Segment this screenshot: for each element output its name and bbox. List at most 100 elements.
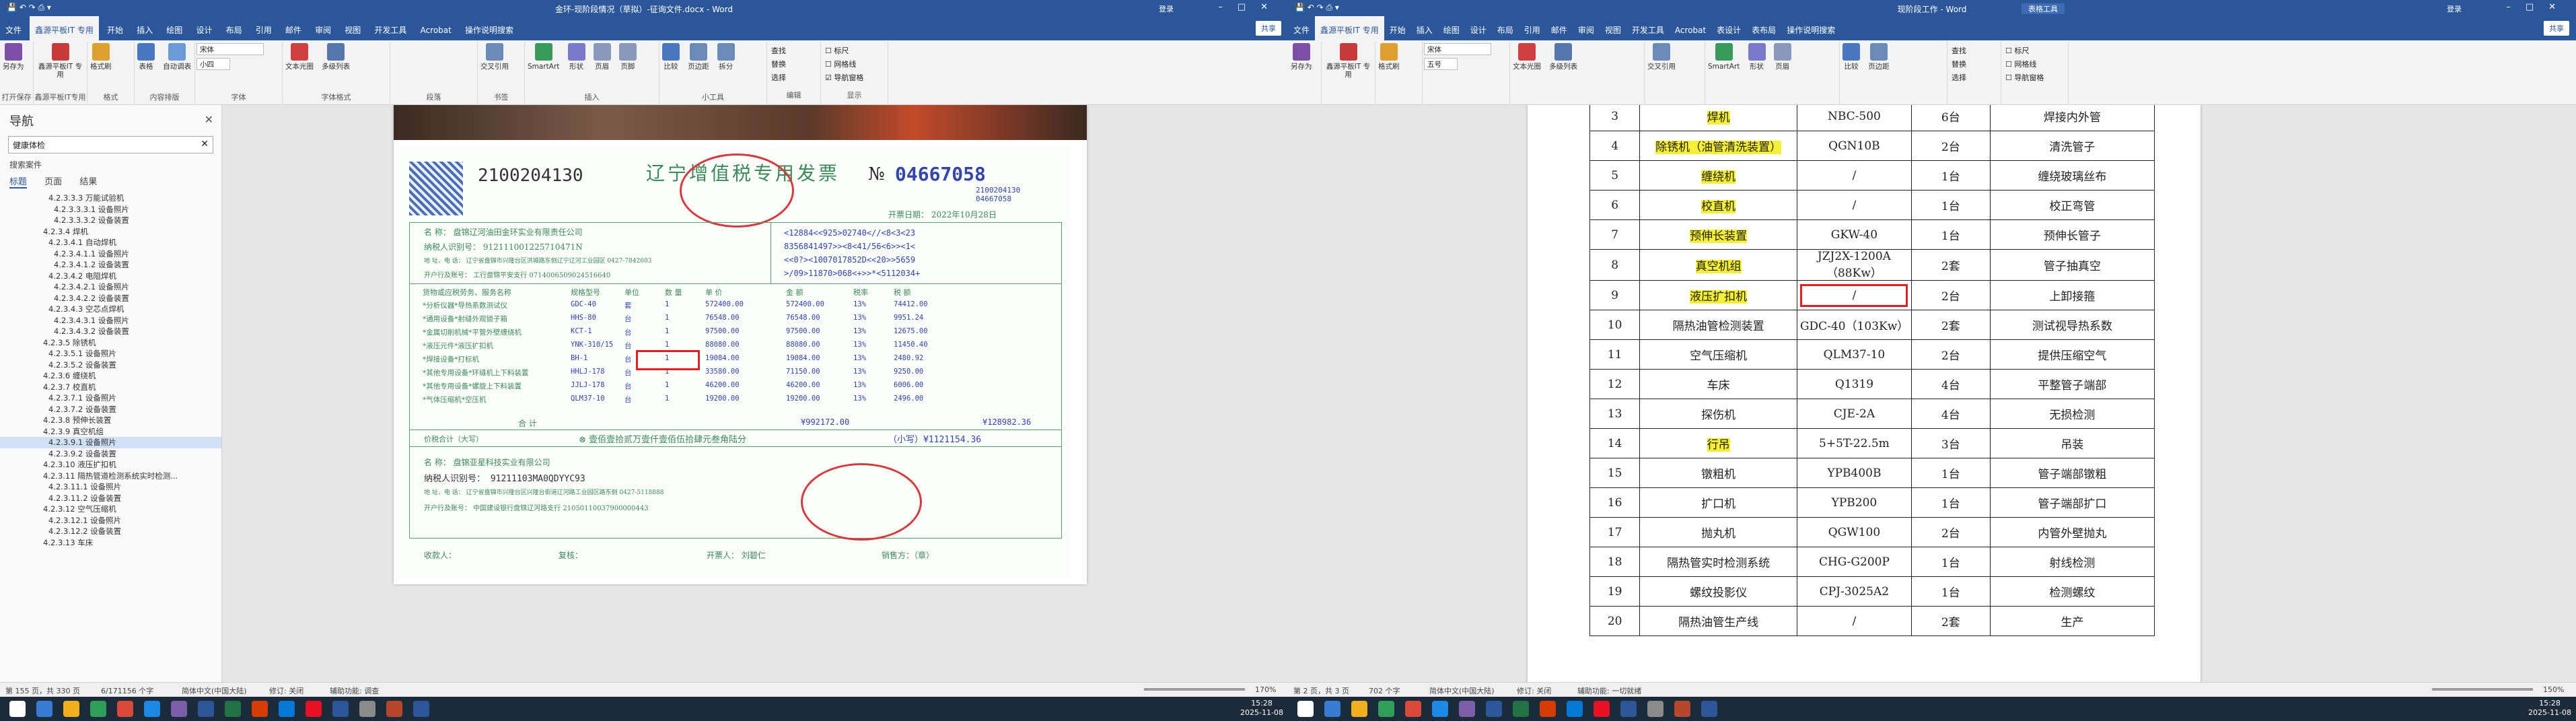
ribbon-tab[interactable]: 鑫源平板IT 专用 <box>1315 16 1384 40</box>
select-button[interactable]: 选择 <box>771 71 816 85</box>
margins-button[interactable]: 页边距 <box>688 43 709 71</box>
taskbar-app-icon[interactable] <box>1701 701 1717 717</box>
tab-layout[interactable]: 布局 <box>221 16 248 40</box>
table-cell[interactable]: 3台 <box>1910 428 1991 458</box>
zoom-level[interactable]: 170% <box>1255 685 1276 694</box>
taskbar-app-icon[interactable] <box>90 701 106 717</box>
table-cell[interactable]: 吊装 <box>1989 428 2155 458</box>
accessibility[interactable]: 辅助功能: 调查 <box>330 685 379 696</box>
taskbar-app-icon[interactable] <box>1405 701 1421 717</box>
ribbon-tab[interactable]: 审阅 <box>1573 16 1600 40</box>
table-cell[interactable]: / <box>1796 606 1912 636</box>
table-cell[interactable]: 管子端部扩口 <box>1989 487 2155 518</box>
table-cell[interactable]: 15 <box>1589 458 1641 488</box>
table-cell[interactable]: Q1319 <box>1796 369 1912 399</box>
ribbon-tab[interactable]: 引用 <box>1519 16 1546 40</box>
taskbar-app-icon[interactable] <box>1297 701 1314 717</box>
taskbar-app-icon[interactable] <box>1620 701 1637 717</box>
table-cell[interactable]: JZJ2X-1200A（88Kw） <box>1796 249 1912 281</box>
navigation-pane-checkbox[interactable]: ☑ 导航窗格 <box>825 71 884 85</box>
clock-right[interactable]: 15:28 2025-11-08 <box>2526 699 2573 718</box>
custom-button[interactable]: 鑫源平板IT 专用 <box>36 43 84 79</box>
table-cell[interactable]: 1台 <box>1910 219 1991 250</box>
save-as-button[interactable]: 另存为 <box>1291 43 1312 71</box>
cross-reference-button[interactable]: 交叉引用 <box>480 43 509 71</box>
table-cell[interactable]: 平整管子端部 <box>1989 369 2155 399</box>
table-cell[interactable]: 预伸长管子 <box>1989 219 2155 250</box>
table-cell[interactable]: 4 <box>1589 131 1641 161</box>
table-cell[interactable]: 检测螺纹 <box>1989 576 2155 607</box>
ribbon-tab[interactable]: 表布局 <box>1746 16 1781 40</box>
tab-design[interactable]: 设计 <box>190 16 217 40</box>
table-cell[interactable]: 缠绕机 <box>1639 160 1797 191</box>
replace-button[interactable]: 替换 <box>771 58 816 71</box>
taskbar-app-icon[interactable] <box>144 701 160 717</box>
table-cell[interactable]: 隔热油管生产线 <box>1639 606 1797 636</box>
nav-heading-item[interactable]: 4.2.3.12.2 设备装置 <box>0 526 221 537</box>
table-cell[interactable]: 扩口机 <box>1639 487 1797 518</box>
table-cell[interactable]: 4台 <box>1910 399 1991 429</box>
gridlines-checkbox[interactable]: ☐ 网格线 <box>2005 58 2064 71</box>
ribbon-tab[interactable]: 开发工具 <box>1626 16 1670 40</box>
table-cell[interactable]: 1台 <box>1910 190 1991 220</box>
tab-acrobat[interactable]: Acrobat <box>415 18 457 42</box>
page-count[interactable]: 第 2 页，共 3 页 <box>1293 685 1349 696</box>
table-cell[interactable]: 焊接内外管 <box>1989 105 2155 131</box>
font-size-select[interactable]: 五号 <box>1424 58 1458 70</box>
table-cell[interactable]: 2套 <box>1910 310 1991 340</box>
taskbar-app-icon[interactable] <box>279 701 295 717</box>
table-cell[interactable]: 上卸接箍 <box>1989 280 2155 310</box>
shapes-button[interactable]: 形状 <box>567 43 585 71</box>
account-button[interactable]: 登录 <box>1159 3 1174 14</box>
table-cell[interactable]: / <box>1796 280 1912 310</box>
table-cell[interactable]: 18 <box>1589 547 1641 577</box>
taskbar-app-icon[interactable] <box>1540 701 1556 717</box>
nav-heading-item[interactable]: 4.2.3.9 真空机组 <box>0 426 221 438</box>
table-cell[interactable]: 内管外壁抛丸 <box>1989 517 2155 547</box>
ribbon-tab[interactable]: 开始 <box>1384 16 1411 40</box>
font-name-select[interactable]: 宋体 <box>1424 43 1491 55</box>
accessibility[interactable]: 辅助功能: 一切就绪 <box>1577 685 1641 696</box>
taskbar-app-icon[interactable] <box>225 701 241 717</box>
clear-icon[interactable]: ✕ <box>201 139 209 149</box>
taskbar-app-icon[interactable] <box>1647 701 1663 717</box>
tab-references[interactable]: 引用 <box>250 16 277 40</box>
taskbar-app-icon[interactable] <box>306 701 322 717</box>
nav-heading-item[interactable]: 4.2.3.13 车床 <box>0 537 221 549</box>
nav-heading-item[interactable]: 4.2.3.12 空气压缩机 <box>0 504 221 515</box>
smartart-button[interactable]: SmartArt <box>1708 43 1740 71</box>
nav-heading-item[interactable]: 4.2.3.4.3 空芯点焊机 <box>0 304 221 315</box>
margins-button[interactable]: 页边距 <box>1868 43 1890 71</box>
account-button[interactable]: 登录 <box>2447 3 2462 14</box>
gridlines-checkbox[interactable]: ☐ 网格线 <box>825 58 884 71</box>
table-cell[interactable]: 射线检测 <box>1989 547 2155 577</box>
track-changes[interactable]: 修订: 关闭 <box>269 685 303 696</box>
table-cell[interactable]: 1台 <box>1910 458 1991 488</box>
table-cell[interactable]: 提供压缩空气 <box>1989 339 2155 370</box>
table-cell[interactable]: 行吊 <box>1639 428 1797 458</box>
header-button[interactable]: 页眉 <box>1773 43 1791 71</box>
table-cell[interactable]: CPJ-3025A2 <box>1796 576 1912 607</box>
table-cell[interactable]: 5 <box>1589 160 1641 191</box>
nav-heading-item[interactable]: 4.2.3.9.1 设备照片 <box>0 437 221 448</box>
tab-custom[interactable]: 鑫源平板IT 专用 <box>30 16 99 40</box>
track-changes[interactable]: 修订: 关闭 <box>1517 685 1551 696</box>
nav-heading-item[interactable]: 4.2.3.11.1 设备照片 <box>0 481 221 493</box>
window-controls[interactable]: –□✕ <box>2506 2 2571 12</box>
ribbon-tab[interactable]: 视图 <box>1600 16 1626 40</box>
taskbar-app-icon[interactable] <box>9 701 26 717</box>
footer-button[interactable]: 页脚 <box>618 43 637 71</box>
shapes-button[interactable]: 形状 <box>1748 43 1766 71</box>
tab-review[interactable]: 审阅 <box>310 16 336 40</box>
table-cell[interactable]: 隔热管实时检测系统 <box>1639 547 1797 577</box>
nav-heading-item[interactable]: 4.2.3.11.2 设备装置 <box>0 493 221 504</box>
table-cell[interactable]: 17 <box>1589 517 1641 547</box>
table-cell[interactable]: 真空机组 <box>1639 249 1797 281</box>
tab-home[interactable]: 开始 <box>102 16 129 40</box>
table-cell[interactable]: 螺纹投影仪 <box>1639 576 1797 607</box>
table-cell[interactable]: 10 <box>1589 310 1641 340</box>
taskbar-app-icon[interactable] <box>1513 701 1529 717</box>
table-button[interactable]: 表格 <box>137 43 155 71</box>
table-cell[interactable]: 校直机 <box>1639 190 1797 220</box>
nav-heading-item[interactable]: 4.2.3.5 除锈机 <box>0 337 221 349</box>
